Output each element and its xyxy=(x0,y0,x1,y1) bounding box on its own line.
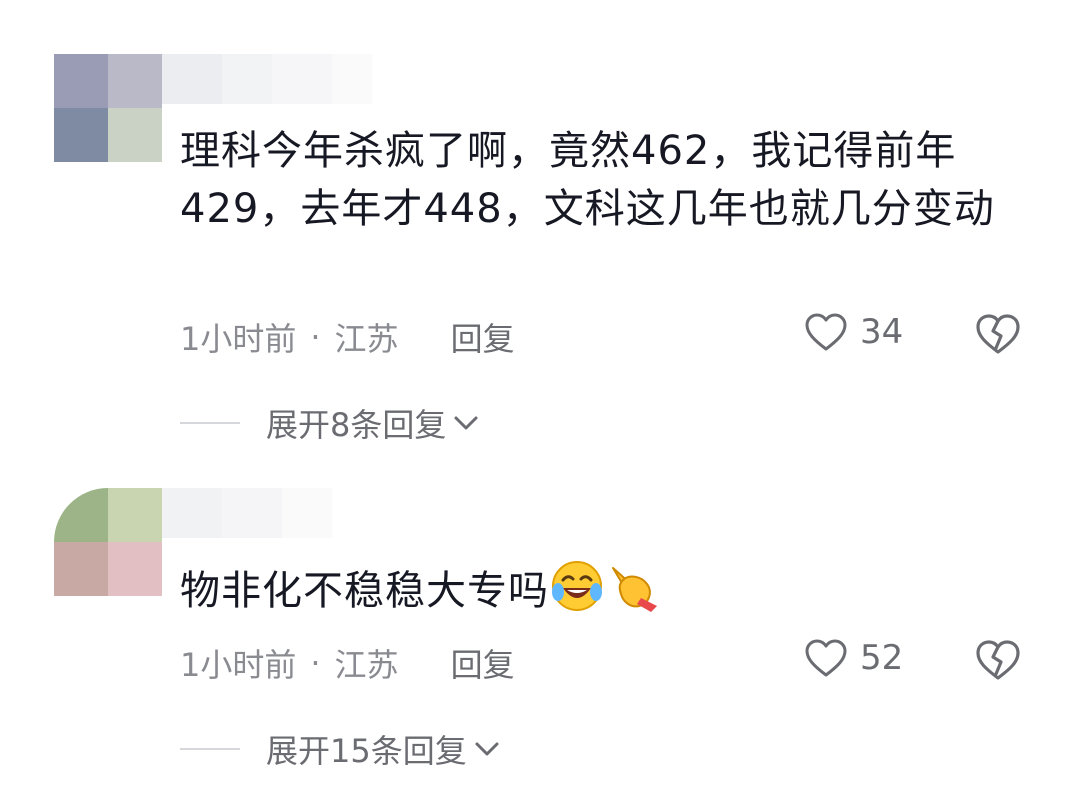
comment-meta: 1小时前 · 江苏 回复 xyxy=(180,640,515,686)
rofl-emoji xyxy=(552,561,602,611)
reply-button[interactable]: 回复 xyxy=(451,314,515,360)
comment-time: 1小时前 xyxy=(180,320,297,358)
divider-line xyxy=(180,748,240,750)
expand-replies-button[interactable]: 展开15条回复 xyxy=(180,726,501,772)
comment-time: 1小时前 xyxy=(180,646,297,684)
avatar[interactable] xyxy=(54,488,162,596)
username[interactable] xyxy=(162,488,332,538)
like-count: 34 xyxy=(860,312,904,352)
comment-item: 理科今年杀疯了啊，竟然462，我记得前年429，去年才448，文科这几年也就几分… xyxy=(0,0,1080,470)
comment-text: 物非化不稳稳大专吗 xyxy=(180,558,1040,620)
chevron-down-icon xyxy=(475,742,499,756)
comment-text-content: 物非化不稳稳大专吗 xyxy=(180,568,549,614)
like-button[interactable]: 34 xyxy=(804,312,903,352)
heart-outline-icon xyxy=(805,313,847,351)
username[interactable] xyxy=(162,54,372,104)
expand-replies-button[interactable]: 展开8条回复 xyxy=(180,400,480,446)
meta-separator: · xyxy=(310,644,321,682)
dislike-button[interactable] xyxy=(974,312,1022,360)
comment-location: 江苏 xyxy=(334,320,399,358)
avatar[interactable] xyxy=(54,54,162,162)
heart-outline-icon xyxy=(805,639,847,677)
comment-text: 理科今年杀疯了啊，竟然462，我记得前年429，去年才448，文科这几年也就几分… xyxy=(180,128,995,232)
expand-replies-label: 展开8条回复 xyxy=(266,406,447,444)
like-count: 52 xyxy=(860,638,904,678)
broken-heart-icon xyxy=(976,640,1020,680)
chevron-down-icon xyxy=(454,416,478,430)
expand-replies-label: 展开15条回复 xyxy=(266,732,467,770)
divider-line xyxy=(180,422,240,424)
broken-heart-icon xyxy=(976,314,1020,354)
comment-meta: 1小时前 · 江苏 回复 xyxy=(180,314,515,360)
pointing-hand-emoji xyxy=(612,567,657,612)
dislike-button[interactable] xyxy=(974,638,1022,686)
comment-location: 江苏 xyxy=(334,646,399,684)
like-button[interactable]: 52 xyxy=(804,638,903,678)
comment-item: 物非化不稳稳大专吗 1小时前 · 江苏 回复 52 展开15条回复 xyxy=(0,470,1080,808)
meta-separator: · xyxy=(310,318,321,356)
reply-button[interactable]: 回复 xyxy=(451,640,515,686)
